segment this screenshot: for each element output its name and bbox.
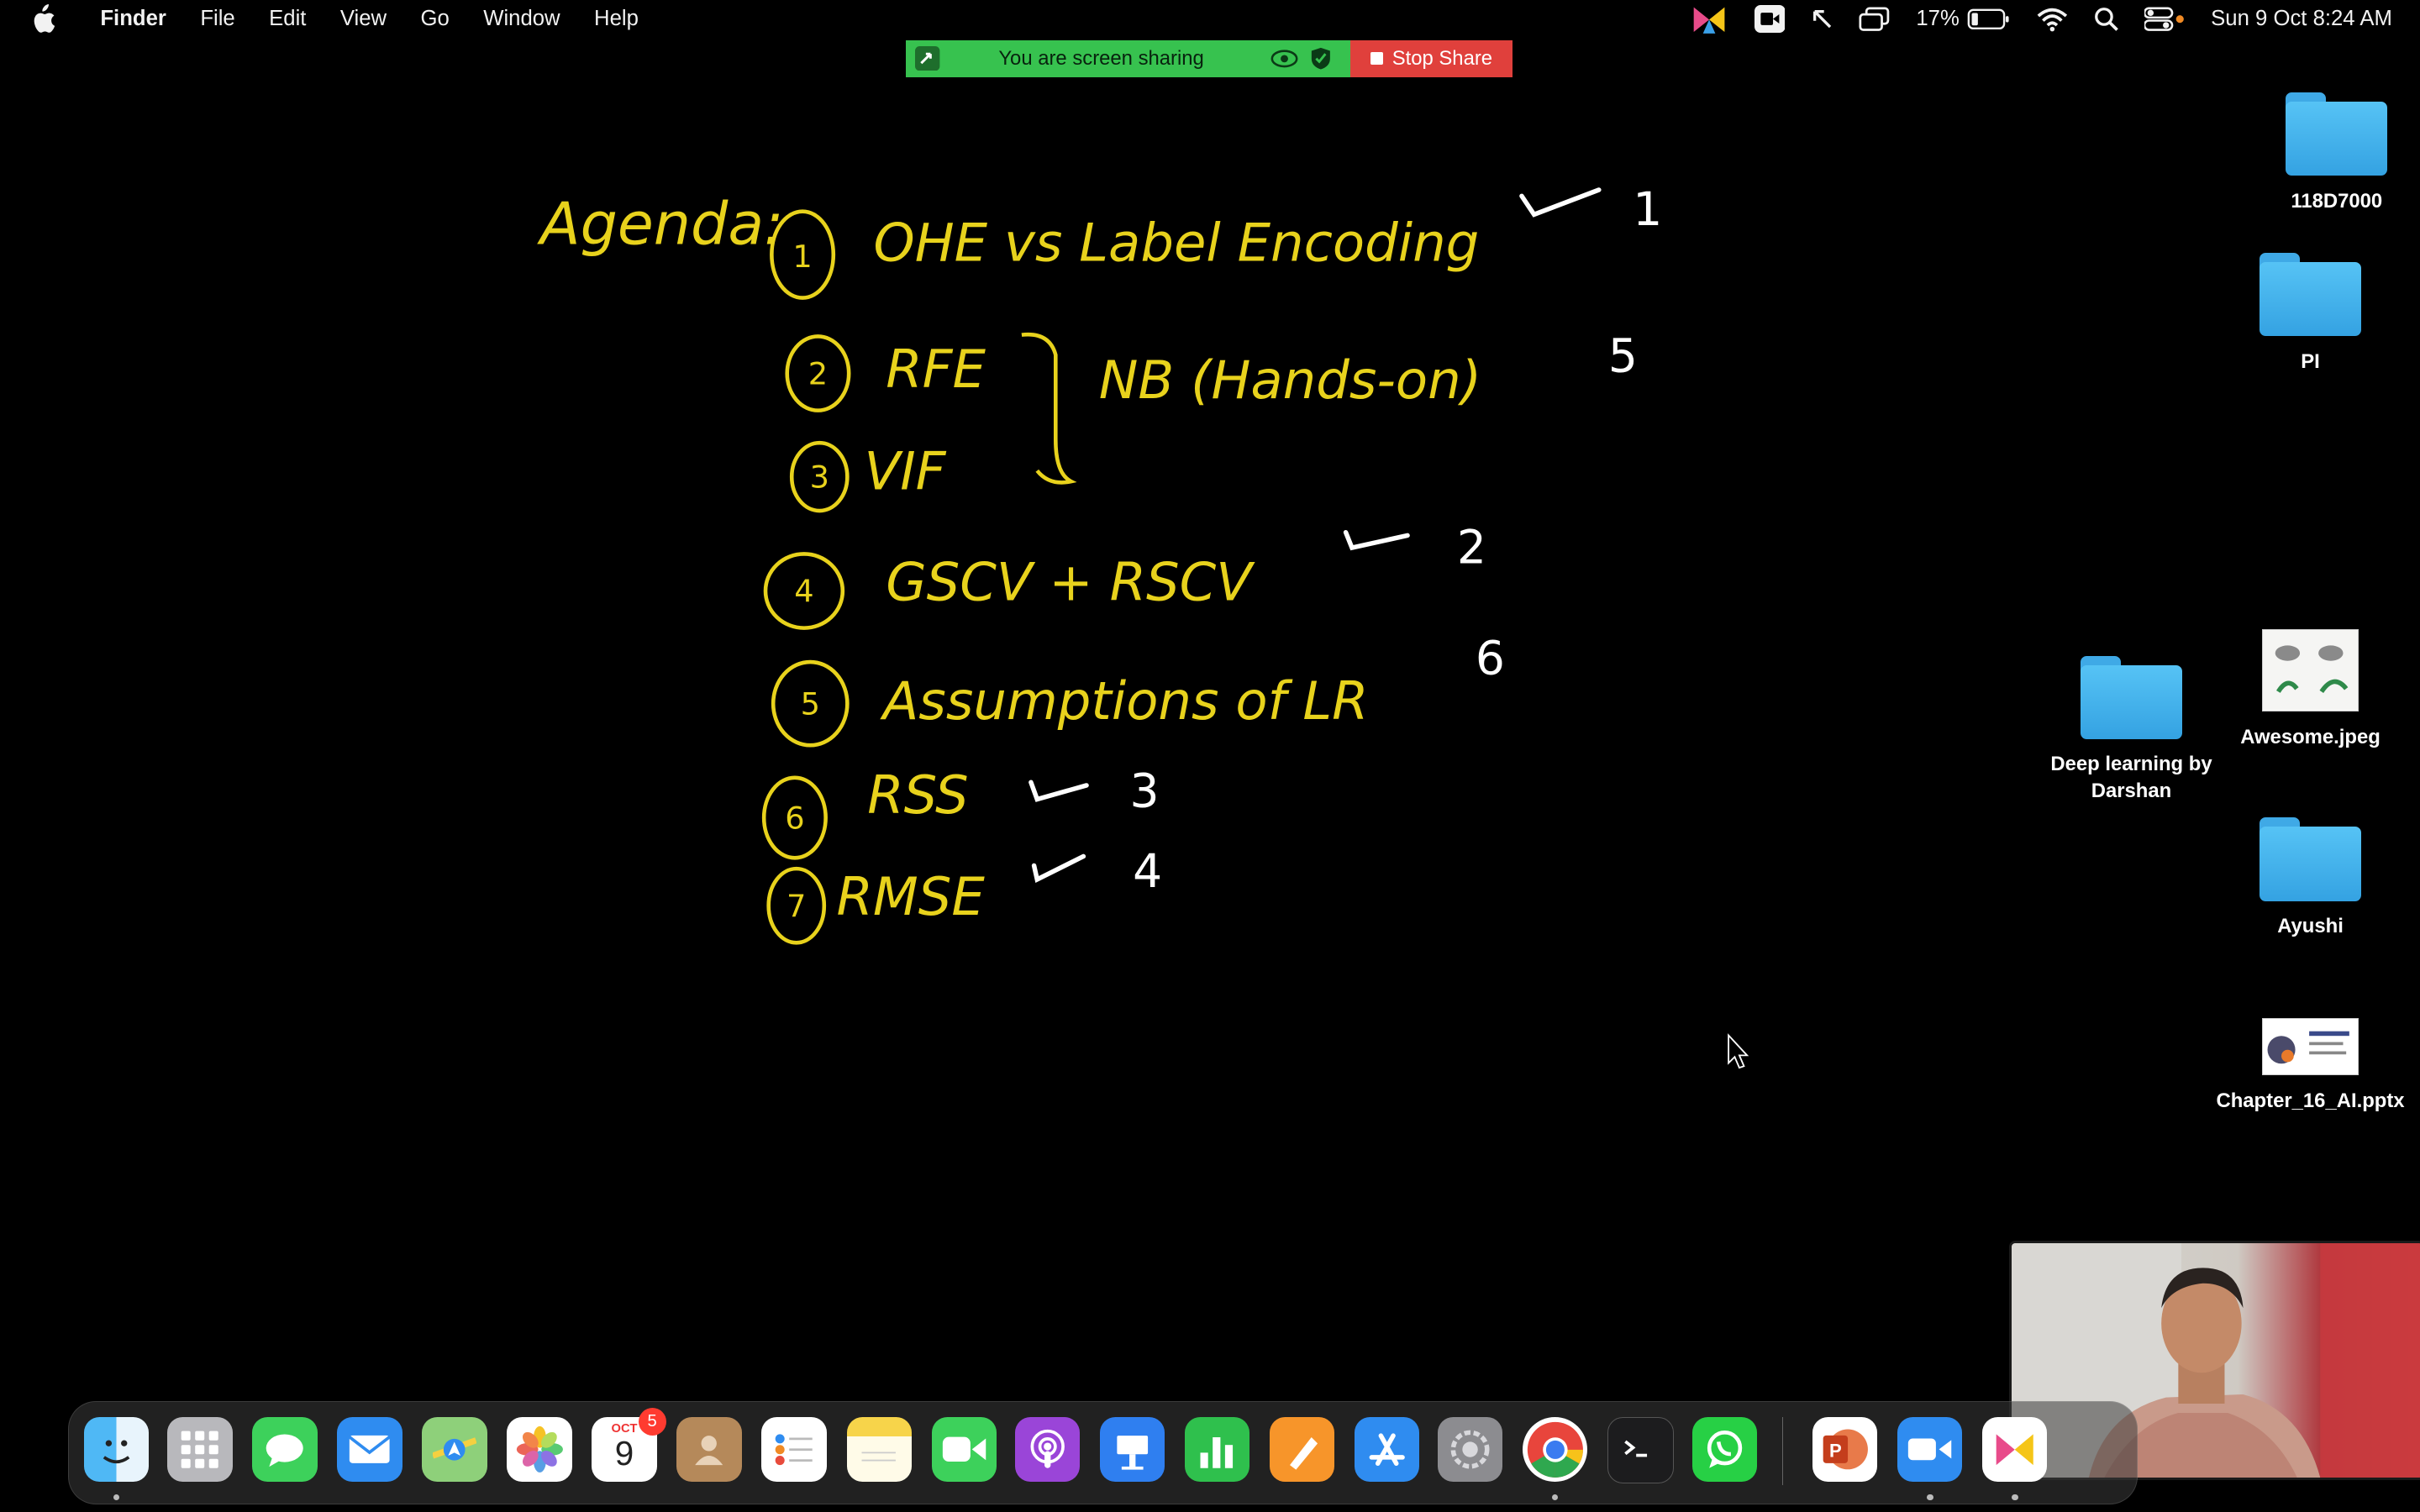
desktop-item-label: Ayushi xyxy=(2277,915,2344,938)
item-7-text: RMSE xyxy=(836,866,985,927)
facetime-icon[interactable] xyxy=(931,1417,997,1483)
item-5-number: 5 xyxy=(801,685,820,722)
messages-icon[interactable] xyxy=(252,1417,318,1483)
calendar-badge: 5 xyxy=(638,1408,666,1436)
powerpoint-icon[interactable]: P xyxy=(1812,1417,1878,1483)
item-3-text: VIF xyxy=(865,440,947,501)
svg-text:P: P xyxy=(1829,1441,1842,1462)
pptx-thumbnail-icon xyxy=(2261,1018,2360,1076)
contacts-icon[interactable] xyxy=(676,1417,742,1483)
image-thumbnail-icon xyxy=(2261,629,2360,711)
desktop-item-label: PI xyxy=(2301,350,2320,374)
running-indicator xyxy=(2012,1494,2018,1501)
zoom-icon[interactable] xyxy=(1897,1417,1963,1483)
dock-separator xyxy=(1781,1417,1784,1485)
item-2-text: RFE xyxy=(886,339,986,400)
podcasts-icon[interactable] xyxy=(1014,1417,1080,1483)
item-6-checkmark xyxy=(1028,780,1089,802)
calendar-day: 9 xyxy=(614,1434,634,1473)
numbers-icon[interactable] xyxy=(1184,1417,1249,1483)
menu-view[interactable]: View xyxy=(324,7,404,31)
folder-icon xyxy=(2259,817,2362,901)
finder-icon[interactable] xyxy=(84,1417,150,1483)
item-7-order: 4 xyxy=(1133,844,1162,898)
menu-edit[interactable]: Edit xyxy=(252,7,324,31)
item-6-order: 3 xyxy=(1129,764,1159,818)
item-4-number: 4 xyxy=(794,573,813,609)
app-store-icon[interactable] xyxy=(1354,1417,1419,1483)
photos-icon[interactable] xyxy=(507,1417,572,1483)
item-1-order: 1 xyxy=(1633,182,1662,236)
item-7-number: 7 xyxy=(786,888,806,924)
menu-window[interactable]: Window xyxy=(466,7,577,31)
item-2-number: 2 xyxy=(808,355,828,391)
kite-icon[interactable] xyxy=(1982,1417,2048,1483)
item-4-text: GSCV + RSCV xyxy=(886,551,1255,612)
agenda-heading: Agenda: xyxy=(537,190,784,258)
battery-icon[interactable] xyxy=(1967,8,2010,30)
menu-file[interactable]: File xyxy=(183,7,252,31)
running-indicator xyxy=(1927,1494,1933,1501)
item-4-checkmark xyxy=(1343,529,1410,551)
desktop-folder-118D7000[interactable]: 118D7000 xyxy=(2236,92,2420,214)
folder-icon xyxy=(2286,92,2388,176)
group-note: NB (Hands-on) xyxy=(1099,349,1481,411)
item-5-text: Assumptions of LR xyxy=(880,670,1369,732)
whatsapp-icon[interactable] xyxy=(1692,1417,1758,1483)
desktop-folder-pi[interactable]: PI xyxy=(2210,253,2411,375)
running-indicator xyxy=(1551,1494,1559,1501)
kite-status-icon[interactable] xyxy=(1691,4,1728,35)
whiteboard-canvas[interactable]: Agenda: 1 2 3 4 5 6 7 OHE vs Label Encod… xyxy=(0,39,2007,1366)
zoom-video-status-icon[interactable] xyxy=(1754,5,1786,34)
folder-icon xyxy=(2080,655,2183,739)
menubar-clock[interactable]: Sun 9 Oct 8:24 AM xyxy=(2211,7,2392,31)
item-7-checkmark xyxy=(1031,853,1086,883)
menu-app-name[interactable]: Finder xyxy=(83,7,183,31)
item-1-checkmark xyxy=(1519,187,1602,218)
item-6-number: 6 xyxy=(785,800,804,836)
calendar-icon[interactable]: OCT 9 5 xyxy=(592,1408,666,1483)
folder-icon xyxy=(2259,253,2362,337)
item-1-number: 1 xyxy=(792,239,812,275)
desktop-file-awesome-jpeg[interactable]: Awesome.jpeg xyxy=(2210,629,2411,749)
item-3-number: 3 xyxy=(810,459,829,495)
menu-help[interactable]: Help xyxy=(577,7,655,31)
item-4-order: 2 xyxy=(1457,520,1486,574)
mouse-cursor xyxy=(1728,1033,1749,1069)
dock: OCT 9 5 P xyxy=(67,1400,2138,1504)
control-center-icon[interactable] xyxy=(2144,7,2185,32)
system-settings-icon[interactable] xyxy=(1437,1417,1503,1483)
mail-icon[interactable] xyxy=(337,1417,402,1483)
pages-icon[interactable] xyxy=(1269,1417,1334,1483)
screen-mirroring-icon[interactable] xyxy=(1859,7,1890,32)
item-1-text: OHE vs Label Encoding xyxy=(874,212,1480,273)
location-arrow-icon[interactable] xyxy=(1812,8,1833,30)
wifi-icon[interactable] xyxy=(2037,7,2068,32)
desktop-folder-deep-learning[interactable]: Deep learning by Darshan xyxy=(2031,655,2232,804)
reminders-icon[interactable] xyxy=(761,1417,827,1483)
keynote-icon[interactable] xyxy=(1099,1417,1165,1483)
menu-go[interactable]: Go xyxy=(403,7,466,31)
desktop-item-label: 118D7000 xyxy=(2291,190,2383,213)
desktop-file-chapter-pptx[interactable]: Chapter_16_AI.pptx xyxy=(2210,1018,2411,1114)
running-indicator xyxy=(113,1494,120,1501)
terminal-icon[interactable] xyxy=(1607,1417,1675,1484)
launchpad-icon[interactable] xyxy=(167,1417,233,1483)
item-5-order: 6 xyxy=(1476,632,1505,685)
battery-percent: 17% xyxy=(1916,7,1960,31)
maps-icon[interactable] xyxy=(422,1417,487,1483)
desktop-item-label: Chapter_16_AI.pptx xyxy=(2216,1089,2405,1113)
notes-icon[interactable] xyxy=(846,1417,912,1483)
spotlight-search-icon[interactable] xyxy=(2094,7,2118,32)
desktop-folder-ayushi[interactable]: Ayushi xyxy=(2210,817,2411,939)
desktop-item-label: Awesome.jpeg xyxy=(2240,725,2381,748)
item-6-text: RSS xyxy=(867,764,968,826)
desktop-item-label: Deep learning by Darshan xyxy=(2050,753,2212,802)
chrome-icon[interactable] xyxy=(1522,1417,1588,1483)
apple-menu-icon[interactable] xyxy=(28,3,61,35)
group-order: 5 xyxy=(1608,329,1638,383)
menu-bar: Finder File Edit View Go Window Help 17% xyxy=(0,0,2420,39)
